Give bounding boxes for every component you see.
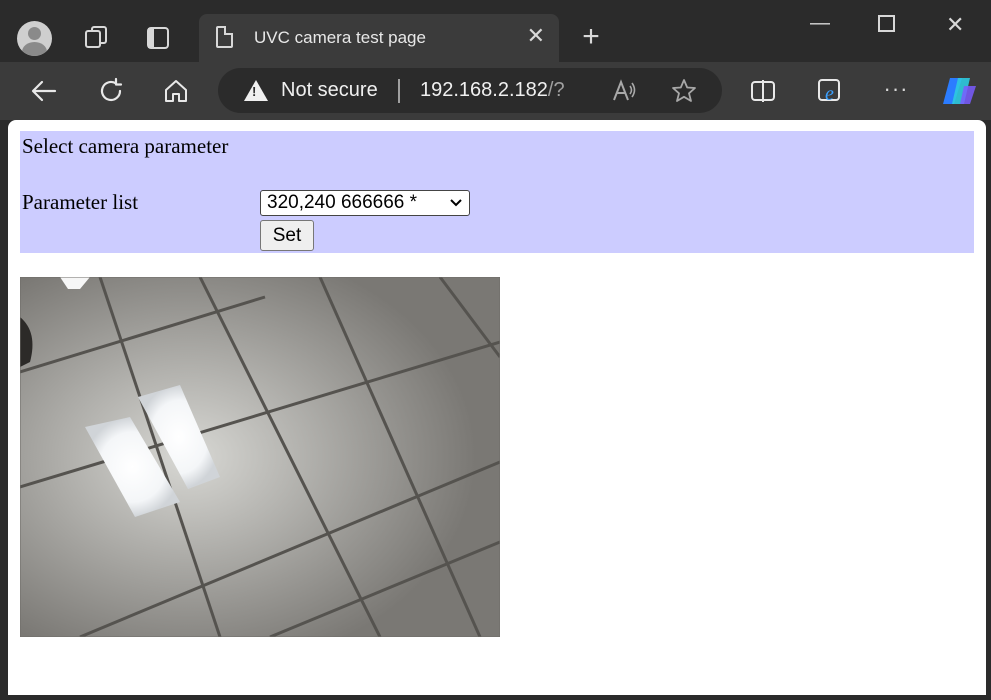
camera-stream-image bbox=[20, 277, 500, 637]
panel-title: Select camera parameter bbox=[22, 134, 229, 158]
workspaces-icon[interactable] bbox=[83, 24, 109, 50]
address-divider bbox=[398, 79, 400, 103]
parameter-list-label: Parameter list bbox=[22, 190, 139, 214]
url-text[interactable]: 192.168.2.182/? bbox=[420, 79, 565, 102]
parameter-panel: Select camera parameter Parameter list 3… bbox=[20, 131, 974, 253]
chevron-down-icon bbox=[449, 191, 463, 222]
new-tab-icon[interactable]: + bbox=[576, 20, 606, 53]
close-window-icon[interactable]: ✕ bbox=[946, 12, 964, 38]
toolbar: ! Not secure 192.168.2.182/? e ··· bbox=[0, 62, 991, 120]
parameter-select-value: 320,240 666666 * bbox=[267, 192, 418, 213]
security-status[interactable]: Not secure bbox=[281, 79, 378, 102]
favorite-star-icon[interactable] bbox=[671, 78, 697, 104]
home-icon[interactable] bbox=[161, 76, 191, 106]
tab-actions-icon[interactable] bbox=[145, 25, 171, 51]
ie-mode-icon[interactable]: e bbox=[816, 77, 844, 105]
tab-strip: UVC camera test page ✕ + — ✕ bbox=[0, 0, 991, 62]
profile-avatar-icon[interactable] bbox=[17, 21, 52, 56]
refresh-icon[interactable] bbox=[96, 76, 126, 106]
minimize-icon[interactable]: — bbox=[810, 12, 830, 35]
svg-text:e: e bbox=[825, 83, 834, 105]
split-screen-icon[interactable] bbox=[750, 78, 776, 104]
copilot-icon[interactable] bbox=[940, 74, 978, 108]
page-viewport: Select camera parameter Parameter list 3… bbox=[8, 120, 986, 695]
close-tab-icon[interactable]: ✕ bbox=[527, 23, 545, 49]
maximize-icon[interactable] bbox=[878, 15, 895, 32]
url-path: /? bbox=[547, 79, 565, 101]
set-button[interactable]: Set bbox=[260, 220, 314, 251]
tab-title: UVC camera test page bbox=[254, 28, 426, 47]
parameter-select[interactable]: 320,240 666666 * bbox=[260, 190, 470, 216]
url-host: 192.168.2.182 bbox=[420, 79, 548, 101]
page-icon bbox=[216, 26, 233, 48]
more-options-icon[interactable]: ··· bbox=[883, 76, 909, 102]
read-aloud-icon[interactable] bbox=[611, 78, 637, 104]
tab-uvc-camera[interactable]: UVC camera test page ✕ bbox=[199, 14, 559, 62]
address-bar[interactable]: ! Not secure 192.168.2.182/? bbox=[218, 68, 722, 113]
back-icon[interactable] bbox=[29, 76, 59, 106]
